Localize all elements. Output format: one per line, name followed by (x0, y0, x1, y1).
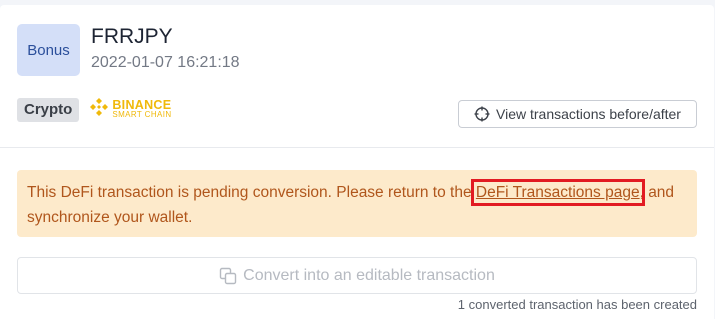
crosshair-icon (474, 106, 490, 122)
convert-label: Convert into an editable transaction (243, 266, 495, 284)
defi-transactions-link[interactable]: DeFi Transactions page (470, 179, 645, 206)
chain-name: BINANCE SMART CHAIN (112, 97, 172, 120)
transaction-header: Bonus FRRJPY 2022-01-07 16:21:18 (17, 24, 240, 76)
bonus-badge: Bonus (17, 24, 80, 76)
title-block: FRRJPY 2022-01-07 16:21:18 (91, 25, 240, 72)
divider (0, 147, 714, 148)
transaction-timestamp: 2022-01-07 16:21:18 (91, 54, 240, 71)
chain-name-line1: BINANCE (112, 97, 172, 112)
converted-count-note: 1 converted transaction has been created (457, 297, 697, 312)
alert-text-before: This DeFi transaction is pending convers… (27, 184, 476, 201)
crypto-tag: Crypto (17, 97, 80, 122)
convert-transaction-button[interactable]: Convert into an editable transaction (17, 257, 697, 294)
tag-row: Crypto BINANCE SMART CHAIN (17, 97, 172, 122)
view-transactions-button[interactable]: View transactions before/after (458, 100, 697, 128)
view-transactions-label: View transactions before/after (496, 106, 681, 122)
binance-smart-chain-logo: BINANCE SMART CHAIN (89, 97, 171, 122)
binance-logo-icon (89, 97, 109, 122)
pending-conversion-alert: This DeFi transaction is pending convers… (17, 170, 697, 237)
transaction-title: FRRJPY (91, 25, 173, 48)
chain-name-line2: SMART CHAIN (112, 109, 172, 119)
copy-icon (219, 267, 237, 285)
transaction-card: Bonus FRRJPY 2022-01-07 16:21:18 Crypto (0, 5, 714, 319)
